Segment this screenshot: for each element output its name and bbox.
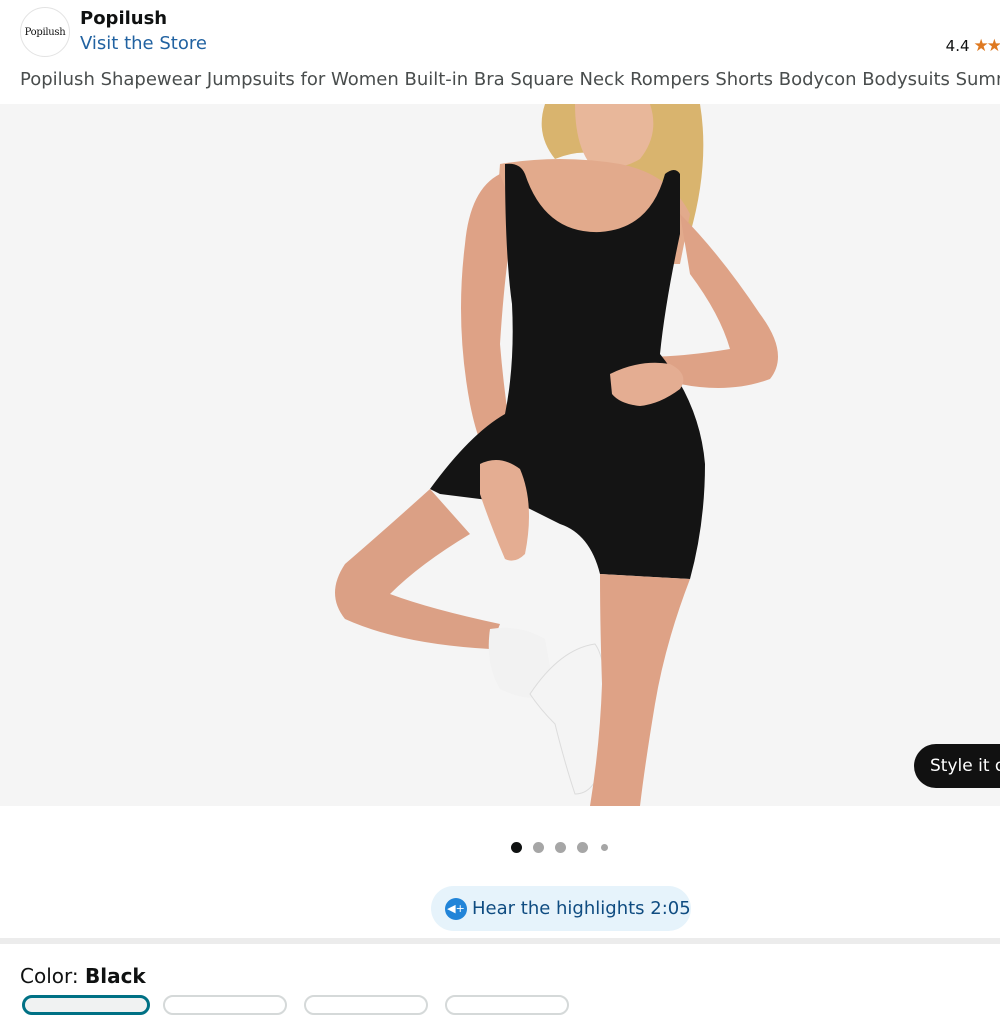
product-photo bbox=[335, 104, 778, 806]
rating-summary[interactable]: 4.4 ★★ bbox=[946, 36, 1000, 56]
color-swatch[interactable] bbox=[163, 995, 287, 1015]
style-it-button[interactable]: Style it on bbox=[914, 744, 1000, 788]
color-label: Color: bbox=[20, 964, 85, 988]
color-swatch-selected[interactable] bbox=[22, 995, 150, 1015]
star-rating-icon: ★★ bbox=[973, 36, 1000, 56]
brand-name: Popilush bbox=[80, 8, 168, 29]
visit-store-link[interactable]: Visit the Store bbox=[80, 33, 207, 54]
carousel-dots bbox=[0, 841, 1000, 853]
color-swatch[interactable] bbox=[445, 995, 569, 1015]
product-title: Popilush Shapewear Jumpsuits for Women B… bbox=[20, 69, 1000, 90]
selected-color-name: Black bbox=[84, 964, 146, 988]
hear-highlights-label: Hear the highlights 2:05 bbox=[472, 898, 691, 919]
hear-highlights-button[interactable]: ◀+ Hear the highlights 2:05 bbox=[431, 886, 691, 931]
section-divider bbox=[0, 938, 1000, 944]
carousel-dot-4[interactable] bbox=[577, 842, 588, 853]
speaker-icon: ◀+ bbox=[445, 897, 467, 920]
color-swatch[interactable] bbox=[304, 995, 428, 1015]
carousel-dot-1[interactable] bbox=[511, 842, 522, 853]
store-logo-text: Popilush bbox=[24, 26, 66, 38]
store-logo[interactable]: Popilush bbox=[20, 7, 70, 57]
style-it-label: Style it on bbox=[930, 756, 1000, 776]
carousel-dot-3[interactable] bbox=[555, 842, 566, 853]
rating-value: 4.4 bbox=[945, 37, 970, 55]
carousel-dot-2[interactable] bbox=[533, 842, 544, 853]
carousel-dot-5[interactable] bbox=[601, 844, 608, 851]
product-image[interactable] bbox=[0, 104, 1000, 806]
color-selector-label: Color: Black bbox=[20, 964, 146, 988]
